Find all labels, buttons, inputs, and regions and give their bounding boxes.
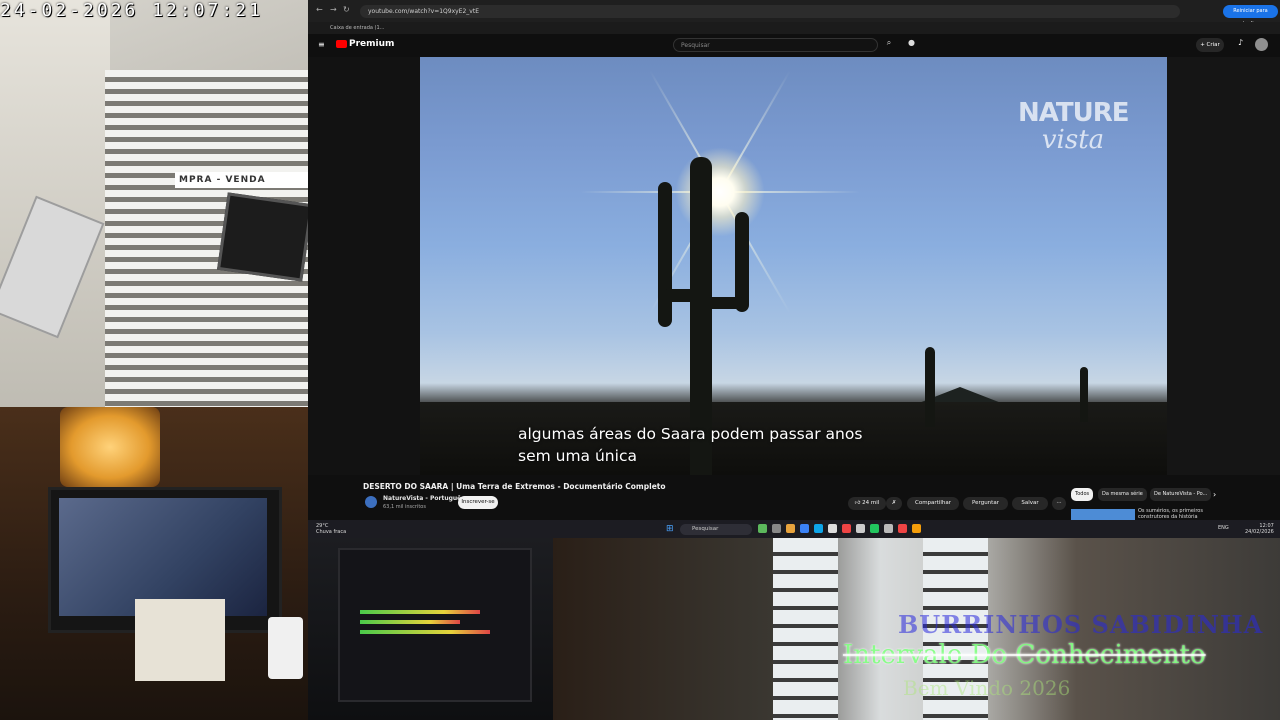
ask-button[interactable]: Perguntar <box>963 497 1008 510</box>
share-button[interactable]: Compartilhar <box>907 497 959 510</box>
video-subtitle: algumas áreas do Saara podem passar anos… <box>518 423 862 467</box>
thumbs-down-icon: ✗ <box>891 500 897 506</box>
youtube-logo[interactable]: Premium <box>336 39 394 49</box>
hanging-laptop-dark <box>216 192 308 282</box>
clock-date: 24/02/2026 <box>1245 529 1274 535</box>
youtube-header: ≡ Premium Pesquisar ⌕ ● + Criar ♪ <box>308 34 1280 56</box>
dislike-button[interactable]: ✗ <box>886 497 902 510</box>
save-button[interactable]: Salvar <box>1012 497 1048 510</box>
bookmark-inbox[interactable]: Caixa de entrada (1... <box>330 22 384 34</box>
camera-feed-desk <box>308 538 553 720</box>
youtube-logo-text: Premium <box>349 39 395 49</box>
stream-software-monitor <box>338 548 532 702</box>
video-side-left <box>308 57 420 475</box>
channel-watermark: NATURE vista <box>1018 98 1130 155</box>
watermark-line1: NATURE <box>1018 98 1130 128</box>
youtube-play-icon <box>336 39 347 48</box>
store-icon[interactable] <box>828 524 837 533</box>
folder-icon[interactable] <box>786 524 795 533</box>
weather-desc: Chuva fraca <box>316 529 347 535</box>
create-button[interactable]: + Criar <box>1196 38 1224 52</box>
cactus-small <box>925 347 935 427</box>
windows-start-icon[interactable]: ⊞ <box>666 524 674 534</box>
notifications-bell-icon[interactable]: ♪ <box>1238 38 1243 47</box>
window-bars <box>773 538 838 720</box>
video-side-right <box>1167 57 1280 475</box>
channel-subscribers: 63,1 mil inscritos <box>383 504 426 510</box>
store-sign: MPRA - VENDA <box>175 172 308 188</box>
recommendation-title[interactable]: Os sumérios, os primeiros construtores d… <box>1138 508 1208 520</box>
browser-window: ← → ↻ youtube.com/watch?v=1Q9xyE2_vtE Re… <box>308 0 1280 520</box>
reload-icon[interactable]: ↻ <box>343 5 350 14</box>
recommendation-thumbnail[interactable] <box>1071 509 1135 520</box>
app-icon[interactable] <box>870 524 879 533</box>
app-icon[interactable] <box>898 524 907 533</box>
bookmarks-bar: Caixa de entrada (1... <box>308 22 1280 34</box>
lamp <box>60 407 160 487</box>
weather-widget[interactable]: 29°C Chuva fraca <box>316 523 346 535</box>
windows-taskbar: 29°C Chuva fraca ⊞ Pesquisar ENG 12:07 2… <box>308 520 1280 538</box>
back-icon[interactable]: ← <box>316 5 323 14</box>
app-icon[interactable] <box>758 524 767 533</box>
app-icon[interactable] <box>772 524 781 533</box>
sun <box>675 147 765 237</box>
video-player[interactable]: NATURE vista algumas áreas do Saara pode… <box>420 57 1167 475</box>
subscribe-button[interactable]: Inscrever-se <box>458 496 498 509</box>
menu-icon[interactable]: ≡ <box>318 40 325 49</box>
system-clock[interactable]: 12:07 24/02/2026 <box>1245 523 1274 535</box>
audio-meter <box>360 610 480 614</box>
taskbar-search[interactable]: Pesquisar <box>680 524 752 535</box>
camera-timestamp: 24-02-2026 12:07:21 <box>0 0 263 21</box>
search-input[interactable]: Pesquisar <box>673 38 878 52</box>
cactus <box>658 182 672 327</box>
language-indicator[interactable]: ENG <box>1218 525 1229 531</box>
audio-meter <box>360 630 490 634</box>
more-actions-button[interactable]: ··· <box>1052 497 1066 510</box>
watermark-line2: vista <box>1041 125 1105 155</box>
channel-avatar[interactable] <box>365 496 377 508</box>
overlay-welcome: Bem Vindo 2026 <box>903 676 1071 700</box>
chip-from-channel[interactable]: De NatureVista - Po... <box>1150 488 1212 501</box>
chip-all[interactable]: Todos <box>1071 488 1094 501</box>
desk-calendar <box>135 599 225 681</box>
restart-update-button[interactable]: Reiniciar para atualizar <box>1223 5 1278 27</box>
overlay-subtitle: Intervalo Do Conhecimento <box>843 640 1206 670</box>
microphone-icon[interactable]: ● <box>908 38 915 47</box>
overlay-title: BURRINHOS SABIDINHA <box>898 610 1264 639</box>
browser-icon[interactable] <box>800 524 809 533</box>
channel-name[interactable]: NatureVista - Português <box>383 495 465 502</box>
app-icon[interactable] <box>842 524 851 533</box>
like-button[interactable]: 👍︎ 24 mil <box>848 497 886 510</box>
subtitle-line2: sem uma única <box>518 447 637 465</box>
chip-same-series[interactable]: Da mesma série <box>1098 488 1147 501</box>
video-title: DESERTO DO SAARA | Uma Terra de Extremos… <box>363 482 666 491</box>
app-icon[interactable] <box>856 524 865 533</box>
browser-toolbar: ← → ↻ youtube.com/watch?v=1Q9xyE2_vtE Re… <box>308 0 1280 27</box>
camera-feed-room <box>0 407 308 720</box>
audio-meter <box>360 620 460 624</box>
avatar[interactable] <box>1255 38 1268 51</box>
app-icon[interactable] <box>912 524 921 533</box>
address-bar[interactable]: youtube.com/watch?v=1Q9xyE2_vtE <box>360 5 1180 18</box>
bottle <box>268 617 303 679</box>
app-icon[interactable] <box>884 524 893 533</box>
cactus-small <box>1080 367 1088 422</box>
camera-feed-window: BURRINHOS SABIDINHA Intervalo Do Conheci… <box>553 538 1280 720</box>
edge-icon[interactable] <box>814 524 823 533</box>
camera-feed-street: MPRA - VENDA 24-02-2026 12:07:21 <box>0 0 308 407</box>
like-count: 24 mil <box>862 500 880 506</box>
search-icon[interactable]: ⌕ <box>881 38 897 52</box>
chevron-right-icon[interactable]: › <box>1213 490 1216 499</box>
subtitle-line1: algumas áreas do Saara podem passar anos <box>518 425 863 443</box>
forward-icon[interactable]: → <box>330 5 337 14</box>
